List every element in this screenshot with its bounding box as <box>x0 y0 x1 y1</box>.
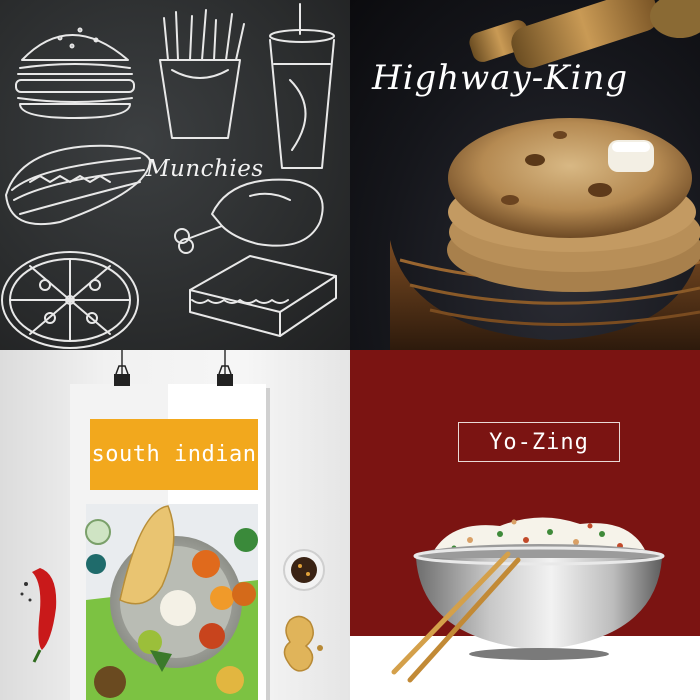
pizza-icon <box>1 251 139 349</box>
yo-zing-tile[interactable]: Yo-Zing <box>350 350 700 700</box>
hotdog-icon <box>5 144 151 226</box>
restaurant-grid: Munchies Highway-King south indian Yo-Zi… <box>0 0 700 700</box>
poster-scene <box>20 350 325 700</box>
paratha-stack-icon <box>447 118 700 292</box>
spice-bowl-icon <box>283 549 325 591</box>
highway-king-tile[interactable]: Highway-King <box>350 0 700 350</box>
munchies-tile[interactable]: Munchies <box>0 0 350 350</box>
burger-icon <box>15 27 135 119</box>
south-indian-label: south indian <box>90 419 258 490</box>
yo-zing-label: Yo-Zing <box>458 422 620 462</box>
munchies-label: Munchies <box>146 156 264 182</box>
paratha-photo <box>390 0 700 350</box>
thali-illustration <box>85 504 258 700</box>
chilli-icon <box>20 568 57 663</box>
south-indian-tile[interactable]: south indian <box>0 350 350 700</box>
highway-king-label: Highway-King <box>372 58 629 98</box>
sandwich-icon <box>189 255 337 337</box>
fries-icon <box>159 9 245 139</box>
fried-rice-illustration <box>350 517 700 700</box>
ginger-icon <box>283 615 323 672</box>
soda-cup-icon <box>269 3 335 169</box>
chicken-leg-icon <box>174 178 324 254</box>
